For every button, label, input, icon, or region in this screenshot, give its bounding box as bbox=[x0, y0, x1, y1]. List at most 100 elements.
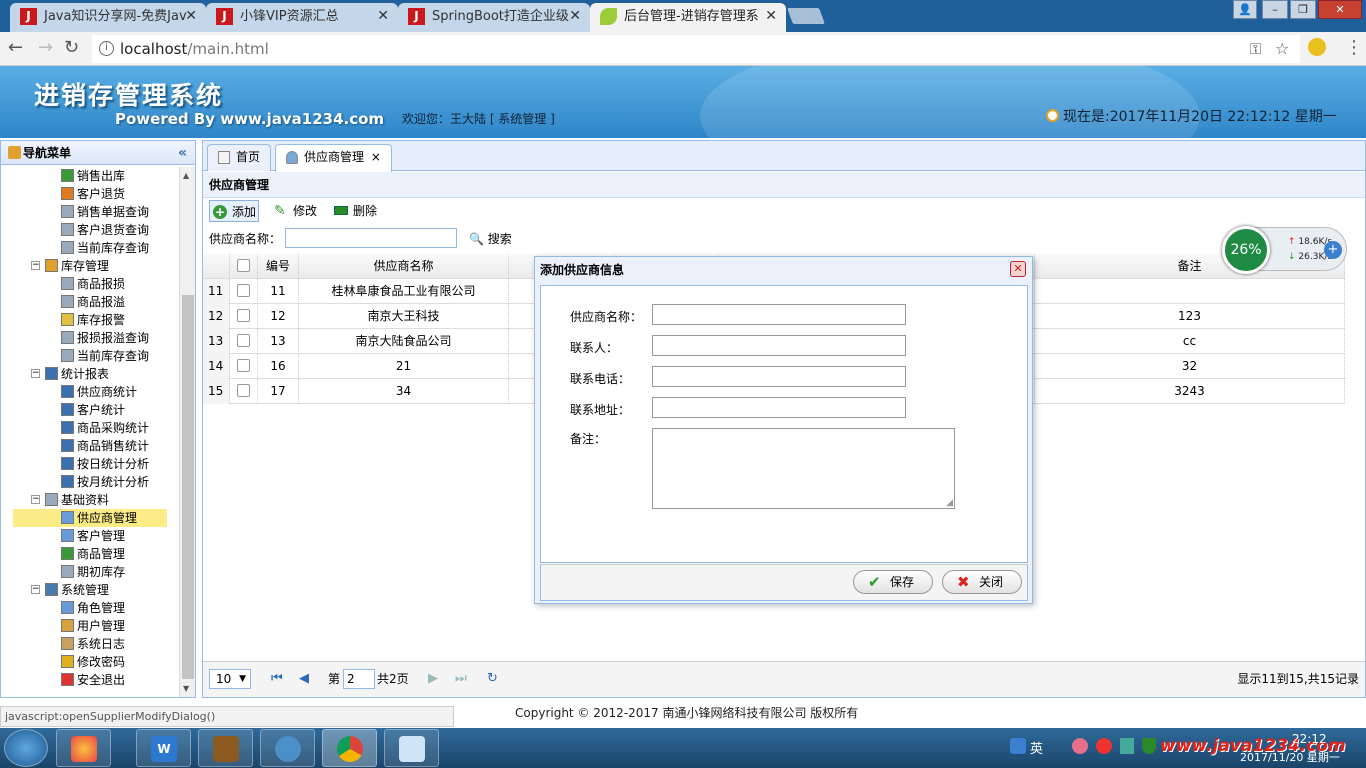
row-checkbox[interactable] bbox=[237, 359, 250, 372]
nav-item[interactable]: 系统日志 bbox=[61, 635, 125, 653]
collapse-node-icon[interactable]: − bbox=[31, 261, 40, 270]
nav-item[interactable]: 报损报溢查询 bbox=[61, 329, 149, 347]
reload-icon[interactable]: ↻ bbox=[64, 37, 79, 58]
row-checkbox[interactable] bbox=[237, 384, 250, 397]
network-speed-widget[interactable]: 26% ↑ 18.6K/s ↓ 26.3K/s + bbox=[1222, 226, 1347, 274]
contact-field[interactable] bbox=[652, 335, 906, 356]
delete-button[interactable]: 删除 bbox=[331, 200, 383, 222]
nav-item[interactable]: 商品报溢 bbox=[61, 293, 125, 311]
nav-item[interactable]: 用户管理 bbox=[61, 617, 125, 635]
nav-item[interactable]: 客户管理 bbox=[61, 527, 125, 545]
address-field[interactable] bbox=[652, 397, 906, 418]
new-tab-button[interactable] bbox=[787, 8, 825, 24]
nav-item[interactable]: 按月统计分析 bbox=[61, 473, 149, 491]
nav-item[interactable]: 供应商管理 bbox=[13, 509, 167, 527]
bookmark-star-icon[interactable]: ☆ bbox=[1275, 39, 1289, 58]
taskbar-app-2[interactable]: W bbox=[136, 729, 191, 767]
page-size-select[interactable]: 10 ▼ bbox=[209, 669, 251, 689]
url-field[interactable]: i localhost/main.html bbox=[92, 35, 1300, 63]
next-page-icon[interactable]: ▶ bbox=[428, 662, 438, 696]
first-page-icon[interactable]: ⏮ bbox=[271, 662, 283, 696]
nav-item[interactable]: 库存报警 bbox=[61, 311, 125, 329]
remark-textarea[interactable]: ◢ bbox=[652, 428, 955, 509]
nav-item[interactable]: − 库存管理 bbox=[31, 257, 109, 275]
nav-item[interactable]: 当前库存查询 bbox=[61, 239, 149, 257]
add-button[interactable]: + 添加 bbox=[209, 200, 259, 222]
window-close-button[interactable]: ✕ bbox=[1318, 0, 1362, 19]
nav-item[interactable]: 商品报损 bbox=[61, 275, 125, 293]
collapse-node-icon[interactable]: − bbox=[31, 585, 40, 594]
taskbar-app-4[interactable] bbox=[260, 729, 315, 767]
dialog-close-icon[interactable]: ✕ bbox=[1010, 261, 1026, 277]
back-icon[interactable]: ← bbox=[8, 37, 23, 58]
tray-date[interactable]: 2017/11/20 星期一 bbox=[1240, 749, 1340, 765]
edit-button[interactable]: ✎ 修改 bbox=[271, 200, 323, 222]
save-button[interactable]: ✔ 保存 bbox=[853, 570, 933, 594]
nav-item[interactable]: 客户退货查询 bbox=[61, 221, 149, 239]
start-button[interactable] bbox=[4, 729, 48, 767]
nav-item[interactable]: 销售出库 bbox=[61, 167, 125, 185]
nav-item[interactable]: 按日统计分析 bbox=[61, 455, 149, 473]
nav-item[interactable]: 安全退出 bbox=[61, 671, 125, 689]
nav-item[interactable]: − 系统管理 bbox=[31, 581, 109, 599]
nav-item[interactable]: 客户统计 bbox=[61, 401, 125, 419]
tray-app-icon[interactable] bbox=[1096, 738, 1112, 754]
browser-tab-3[interactable]: J SpringBoot打造企业级 ✕ bbox=[398, 3, 590, 32]
menu-icon[interactable]: ⋮ bbox=[1345, 37, 1363, 58]
collapse-node-icon[interactable]: − bbox=[31, 495, 40, 504]
minimize-button[interactable]: – bbox=[1262, 0, 1288, 19]
taskbar-app-1[interactable] bbox=[56, 729, 111, 767]
nav-item[interactable]: 当前库存查询 bbox=[61, 347, 149, 365]
scrollbar-thumb[interactable] bbox=[182, 295, 194, 679]
name-header[interactable]: 供应商名称 bbox=[299, 254, 509, 279]
nav-item[interactable]: 商品采购统计 bbox=[61, 419, 149, 437]
close-tab-icon[interactable]: ✕ bbox=[569, 3, 581, 30]
nav-item[interactable]: 角色管理 bbox=[61, 599, 125, 617]
browser-tab-1[interactable]: J Java知识分享网-免费Jav ✕ bbox=[10, 3, 206, 32]
tray-time[interactable]: 22:12 bbox=[1292, 732, 1327, 746]
resize-handle-icon[interactable]: ◢ bbox=[946, 498, 953, 508]
ime-mode[interactable]: 英 bbox=[1030, 738, 1043, 757]
row-checkbox[interactable] bbox=[237, 334, 250, 347]
num-header[interactable]: 编号 bbox=[258, 254, 299, 279]
collapse-node-icon[interactable]: − bbox=[31, 369, 40, 378]
network-tray-icon[interactable] bbox=[1120, 738, 1134, 754]
supplier-name-search-input[interactable] bbox=[285, 228, 457, 248]
taskbar-app-3[interactable] bbox=[198, 729, 253, 767]
ime-icon[interactable] bbox=[1010, 738, 1026, 754]
tab-home[interactable]: 首页 bbox=[207, 144, 272, 171]
row-checkbox[interactable] bbox=[237, 284, 250, 297]
nav-item[interactable]: 期初库存 bbox=[61, 563, 125, 581]
supplier-name-field[interactable] bbox=[652, 304, 906, 325]
browser-tab-2[interactable]: J 小锋VIP资源汇总 ✕ bbox=[206, 3, 398, 32]
user-profile-icon[interactable]: 👤 bbox=[1233, 0, 1257, 19]
key-icon[interactable]: ⚿ bbox=[1250, 40, 1261, 58]
close-tab-icon[interactable]: ✕ bbox=[185, 3, 197, 30]
forward-icon[interactable]: → bbox=[38, 37, 53, 58]
nav-scrollbar[interactable]: ▲ ▼ bbox=[179, 167, 195, 697]
extension-icon[interactable] bbox=[1308, 38, 1326, 56]
shield-icon[interactable] bbox=[1142, 738, 1156, 754]
nav-item[interactable]: 销售单据查询 bbox=[61, 203, 149, 221]
plus-icon[interactable]: + bbox=[1324, 241, 1342, 259]
search-button[interactable]: 🔍 搜索 bbox=[469, 228, 512, 250]
taskbar-chrome[interactable] bbox=[322, 729, 377, 767]
phone-field[interactable] bbox=[652, 366, 906, 387]
select-all-checkbox[interactable] bbox=[237, 259, 250, 272]
refresh-icon[interactable]: ↻ bbox=[487, 662, 498, 696]
last-page-icon[interactable]: ⏭ bbox=[455, 662, 467, 696]
maximize-button[interactable]: ❐ bbox=[1290, 0, 1316, 19]
browser-tab-4-active[interactable]: 后台管理-进销存管理系 ✕ bbox=[590, 3, 786, 32]
taskbar-app-6[interactable] bbox=[384, 729, 439, 767]
row-checkbox[interactable] bbox=[237, 309, 250, 322]
close-tab-icon[interactable]: ✕ bbox=[765, 3, 777, 30]
nav-item[interactable]: − 基础资料 bbox=[31, 491, 109, 509]
tab-close-icon[interactable]: × bbox=[371, 150, 381, 164]
info-icon[interactable]: i bbox=[99, 41, 114, 56]
nav-item[interactable]: 供应商统计 bbox=[61, 383, 137, 401]
nav-item[interactable]: 商品销售统计 bbox=[61, 437, 149, 455]
nav-item[interactable]: 商品管理 bbox=[61, 545, 125, 563]
nav-item[interactable]: 客户退货 bbox=[61, 185, 125, 203]
tray-app-icon[interactable] bbox=[1072, 738, 1088, 754]
nav-item[interactable]: 修改密码 bbox=[61, 653, 125, 671]
